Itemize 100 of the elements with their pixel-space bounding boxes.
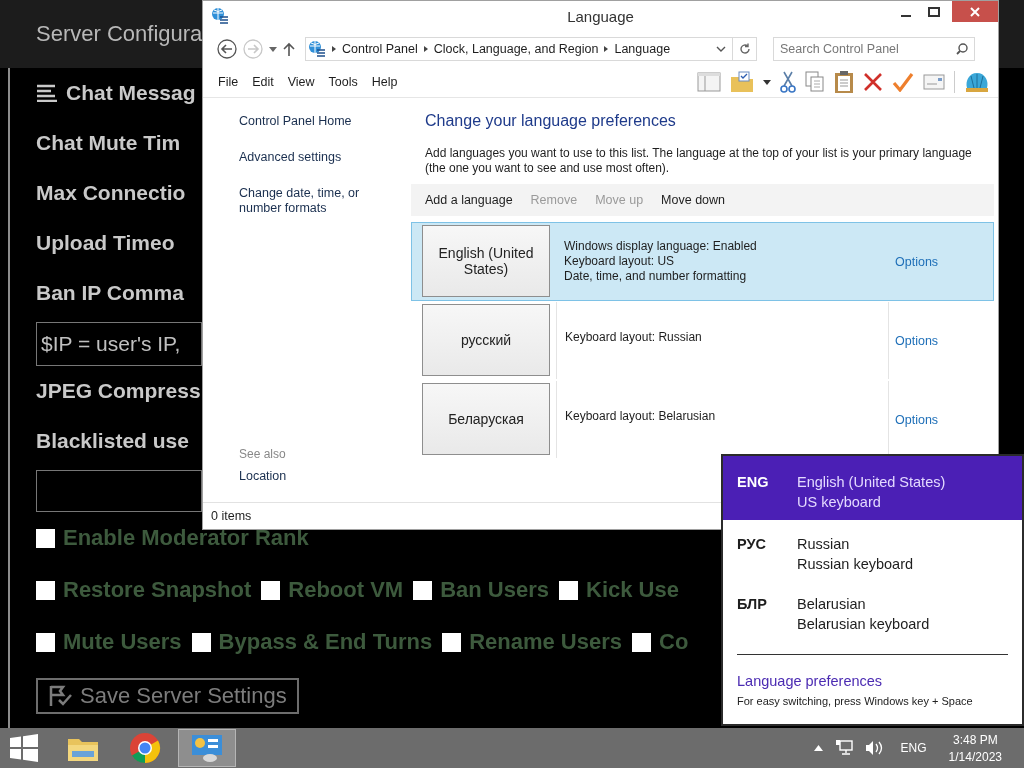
language-icon (308, 40, 326, 58)
input-language-indicator[interactable]: ENG (900, 741, 927, 755)
delete-icon[interactable] (863, 72, 883, 92)
checkbox-label: Bypass & End Turns (218, 629, 433, 655)
checkbox[interactable] (36, 632, 55, 652)
speaker-icon[interactable] (864, 740, 883, 756)
language-tile[interactable]: English (United States) (422, 225, 550, 297)
checkbox-label: Rename Users (469, 629, 622, 655)
checkbox[interactable] (413, 580, 433, 600)
network-icon[interactable] (834, 740, 853, 756)
setting-label: Blacklisted use (36, 429, 189, 453)
address-bar[interactable]: Control Panel Clock, Language, and Region Language (305, 37, 757, 61)
menu-item[interactable]: Edit (245, 75, 281, 89)
breadcrumb-item[interactable]: Clock, Language, and Region (433, 42, 599, 56)
chevron-icon (332, 46, 336, 52)
search-field[interactable]: Search Control Panel (773, 37, 975, 61)
back-button[interactable] (217, 39, 237, 59)
sidebar-link[interactable]: Change date, time, or number formats (239, 186, 403, 216)
flag-check-icon (48, 685, 72, 707)
chevron-down-icon[interactable] (716, 45, 726, 53)
checkbox-label: Co (659, 629, 689, 655)
close-button[interactable] (952, 1, 998, 22)
setting-label: Upload Timeo (36, 231, 175, 255)
up-button[interactable] (283, 42, 295, 56)
menu-item[interactable]: Tools (321, 75, 365, 89)
hint-text: For easy switching, press Windows key + Space (737, 695, 974, 707)
checkbox[interactable] (442, 632, 462, 652)
action-button[interactable]: Move down (653, 193, 734, 207)
language-tile[interactable]: Беларуская (422, 383, 550, 455)
setting-label: Chat Mute Tim (36, 131, 181, 155)
chevron-icon (604, 46, 609, 52)
text-field[interactable]: $IP = user's IP, (36, 322, 202, 366)
checkbox-label: Reboot VM (288, 577, 404, 603)
language-tile[interactable]: русский (422, 304, 550, 376)
checkbox[interactable] (632, 632, 651, 652)
checkbox-label: Ban Users (440, 577, 549, 603)
options-link[interactable]: Options (895, 412, 939, 427)
checkbox-label: Restore Snapshot (63, 577, 252, 603)
language-code: ENG (737, 474, 770, 492)
keyboard-name: US keyboard (797, 494, 882, 510)
action-button[interactable]: Add a language (417, 193, 521, 207)
save-button[interactable]: Save Server Settings (36, 678, 299, 714)
menu-item[interactable]: Help (364, 75, 405, 89)
caret-up-icon[interactable] (813, 745, 823, 751)
checkbox[interactable] (191, 632, 211, 652)
language-option[interactable]: ENG English (United States) US keyboard (723, 456, 1022, 520)
checkbox[interactable] (36, 528, 55, 548)
recent-pages-button[interactable] (269, 46, 277, 52)
language-name: Russian (797, 536, 851, 552)
checkbox-label: Enable Moderator Rank (63, 525, 309, 551)
start-button[interactable] (10, 734, 38, 762)
checkbox[interactable] (36, 580, 55, 600)
window-title: Language (567, 7, 634, 25)
language-detail: Date, time, and number formatting (564, 269, 748, 284)
language-detail: Keyboard layout: Belarusian (565, 409, 717, 424)
setting-label: Chat Messag (66, 81, 196, 105)
description-text: Add languages you want to use to this list. The language at the top of your list is your primary language (the one you want to see and use most often). (425, 146, 973, 176)
browser-icon (129, 732, 161, 764)
properties-icon[interactable] (923, 74, 945, 90)
sidebar-link[interactable]: Location (239, 469, 403, 484)
caret-icon[interactable] (763, 79, 771, 85)
language-detail: Keyboard layout: Russian (565, 330, 703, 345)
breadcrumb-item[interactable]: Control Panel (342, 42, 418, 56)
sidebar-link[interactable]: Control Panel Home (239, 114, 403, 129)
minimize-icon (901, 14, 911, 17)
language-code: БЛР (737, 596, 768, 614)
breadcrumb-item[interactable]: Language (614, 42, 671, 56)
language-row[interactable]: русский Keyboard layout: Russian Options (411, 301, 994, 380)
maximize-icon (928, 6, 940, 17)
clock-date[interactable]: 1/14/2023 (948, 749, 1002, 764)
language-code: РУС (737, 536, 767, 554)
setting-label: Ban IP Comma (36, 281, 184, 305)
sidebar-link[interactable]: Advanced settings (239, 150, 403, 165)
search-icon[interactable] (956, 43, 968, 55)
language-name: Belarusian (797, 596, 867, 612)
checkbox[interactable] (559, 580, 578, 600)
language-detail: Windows display language: Enabled (564, 239, 758, 254)
options-link[interactable]: Options (895, 333, 939, 348)
options-link[interactable]: Options (895, 254, 939, 269)
text-field[interactable] (36, 470, 202, 512)
setting-label: Max Connectio (36, 181, 186, 205)
language-name: English (United States) (797, 474, 946, 490)
lines-icon (36, 84, 58, 102)
taskbar-app[interactable] (178, 729, 236, 767)
language-option[interactable]: РУС Russian Russian keyboard (723, 520, 1022, 580)
shell-icon[interactable] (964, 71, 990, 93)
checkbox[interactable] (261, 580, 281, 600)
language-option[interactable]: БЛР Belarusian Belarusian keyboard (723, 580, 1022, 640)
menu-item[interactable]: File (211, 75, 246, 89)
language-row[interactable]: English (United States) Windows display language: Enabled Keyboard layout: US Date, time, and number formatting Options (411, 222, 994, 301)
chevron-icon (423, 46, 428, 52)
clock-time[interactable]: 3:48 PM (952, 732, 998, 747)
clipboard-icon[interactable] (834, 70, 854, 94)
menu-item[interactable]: View (280, 75, 322, 89)
close-icon (970, 6, 980, 17)
see-also-label: See also (239, 447, 287, 461)
scissors-icon[interactable] (780, 71, 796, 93)
page-heading: Change your language preferences (425, 112, 677, 130)
language-preferences-link[interactable]: Language preferences (737, 673, 1022, 689)
check-icon[interactable] (892, 72, 914, 92)
